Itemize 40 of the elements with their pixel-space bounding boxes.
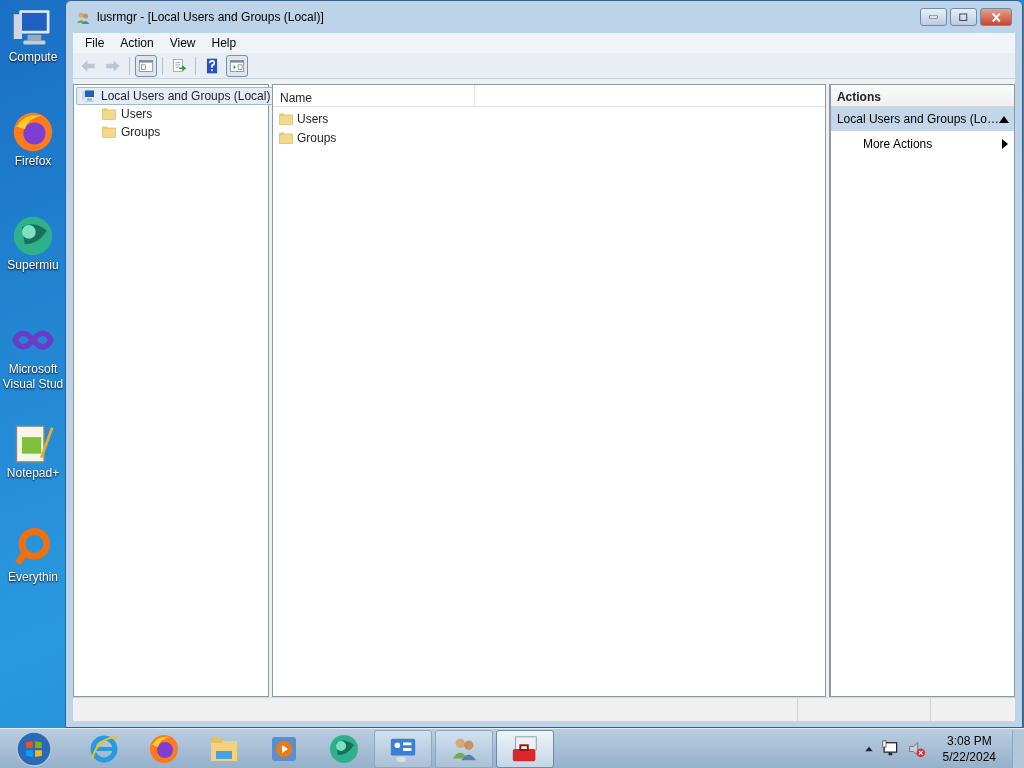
firefox-icon[interactable] [148, 732, 180, 765]
clock[interactable]: 3:08 PM 5/22/2024 [932, 732, 1006, 765]
toolbox-icon [510, 733, 540, 764]
menu-item[interactable]: Help [203, 34, 245, 52]
collapse-icon [999, 115, 1009, 123]
minimize-icon [929, 15, 938, 19]
tree-item[interactable]: Groups [96, 123, 166, 141]
globe-icon[interactable] [11, 214, 55, 258]
close-button[interactable] [980, 8, 1012, 26]
icon-label: Firefox [14, 154, 52, 169]
menu-item[interactable]: View [161, 34, 204, 52]
icon-label: Compute [8, 50, 58, 65]
icon-label: Microsoft Visual Stud [1, 362, 65, 392]
maximize-button[interactable] [950, 8, 977, 26]
column-header[interactable]: Name [273, 85, 475, 106]
window-title: lusrmgr - [Local Users and Groups (Local)] [97, 9, 324, 26]
menu-item[interactable]: Action [112, 34, 162, 52]
globe-icon[interactable] [328, 732, 360, 765]
close-icon [991, 12, 1001, 22]
maximize-icon [959, 12, 968, 22]
taskbar-window-button[interactable] [496, 729, 554, 768]
action-item[interactable]: More Actions [830, 131, 1014, 157]
export-list-icon[interactable] [170, 56, 188, 75]
taskbar-window-button[interactable] [435, 729, 493, 768]
firefox-icon[interactable] [11, 110, 55, 154]
folder-icon [101, 124, 117, 140]
taskbar-window-button[interactable] [374, 729, 432, 768]
list-item[interactable]: Users [273, 109, 825, 128]
icon-label: Supermiu [7, 258, 59, 273]
computer-icon [81, 88, 97, 104]
icon-label: Everythin [8, 570, 58, 585]
menu-item[interactable]: File [77, 34, 113, 52]
tree-item[interactable]: Users [96, 105, 158, 123]
action-section-header[interactable]: Local Users and Groups (Lo… [830, 107, 1014, 131]
list-item[interactable]: Groups [273, 128, 825, 147]
minimize-button[interactable] [920, 8, 947, 26]
actions-heading: Actions [830, 85, 1014, 107]
icon-label: Notepad+ [6, 466, 60, 481]
submenu-arrow-icon [1002, 139, 1008, 149]
folder-icon [101, 106, 117, 122]
